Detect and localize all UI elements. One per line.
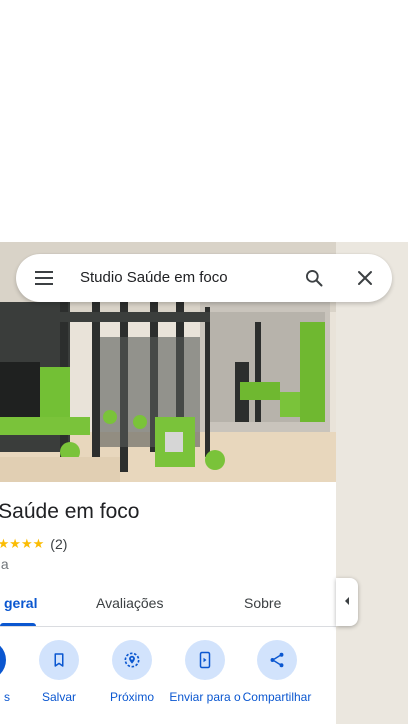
send-to-phone-button[interactable]: Enviar para o <box>167 640 243 705</box>
share-button[interactable]: Compartilhar <box>239 640 315 705</box>
nearby-icon <box>112 640 152 680</box>
search-icon <box>306 270 323 287</box>
tab-indicator <box>0 623 36 626</box>
search-bar: Studio Saúde em foco <box>16 254 392 302</box>
map-area[interactable] <box>336 242 408 724</box>
review-count[interactable]: (2) <box>50 536 67 552</box>
action-bar: s Salvar Próximo Enviar para o Compartil… <box>0 640 336 724</box>
search-button[interactable] <box>302 266 326 290</box>
tab-overview[interactable]: geral <box>4 595 37 611</box>
search-input[interactable]: Studio Saúde em foco <box>80 269 228 286</box>
nearby-label: Próximo <box>109 690 154 704</box>
close-icon <box>358 271 372 285</box>
send-to-phone-icon <box>185 640 225 680</box>
menu-icon <box>35 271 53 285</box>
chevron-left-icon <box>342 593 352 611</box>
tab-about[interactable]: Sobre <box>244 595 281 611</box>
rating-row[interactable]: ★★★★★ (2) <box>0 536 67 552</box>
place-title: io Saúde em foco <box>0 500 140 523</box>
save-label: Salvar <box>41 690 76 704</box>
tab-reviews[interactable]: Avaliações <box>96 595 163 611</box>
directions-icon <box>0 640 6 680</box>
place-panel: io Saúde em foco ★★★★★ (2) nia geral Ava… <box>0 242 336 724</box>
bookmark-icon <box>39 640 79 680</box>
tab-bar: geral Avaliações Sobre <box>0 582 336 627</box>
star-rating: ★★★★★ <box>0 536 45 551</box>
send-to-phone-label: Enviar para o <box>169 690 241 704</box>
save-button[interactable]: Salvar <box>21 640 97 705</box>
clear-search-button[interactable] <box>353 266 377 290</box>
collapse-panel-button[interactable] <box>336 578 358 626</box>
menu-button[interactable] <box>32 266 56 290</box>
share-label: Compartilhar <box>242 690 312 704</box>
nearby-button[interactable]: Próximo <box>94 640 170 705</box>
place-category[interactable]: nia <box>0 556 9 572</box>
share-icon <box>257 640 297 680</box>
